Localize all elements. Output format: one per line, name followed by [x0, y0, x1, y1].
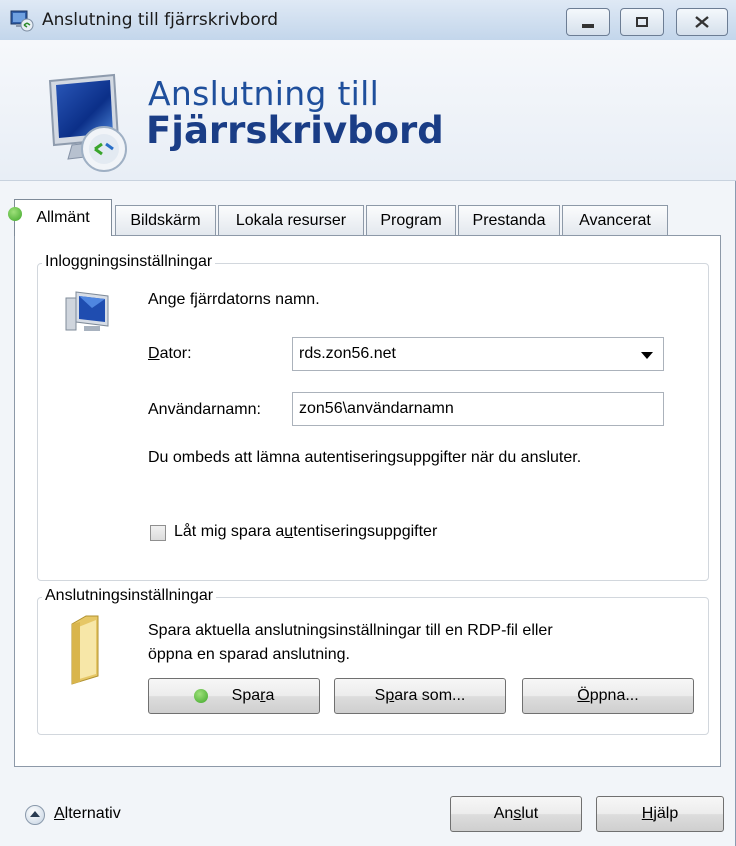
remote-desktop-icon — [10, 10, 34, 32]
credentials-info-text: Du ombeds att lämna autentiseringsuppgif… — [148, 449, 582, 466]
tab-bildskarm[interactable]: Bildskärm — [115, 205, 216, 235]
open-label: Öppna... — [577, 687, 639, 704]
minimize-button[interactable] — [566, 8, 610, 36]
close-button[interactable] — [676, 8, 728, 36]
active-tab-indicator — [8, 207, 22, 221]
connect-label: Anslut — [493, 805, 539, 822]
tab-label: Lokala resurser — [235, 211, 347, 229]
options-toggle[interactable]: Alternativ — [54, 805, 121, 823]
minimize-icon — [582, 24, 594, 28]
tab-label: Bildskärm — [130, 211, 201, 229]
login-settings-title: Inloggningsinställningar — [42, 253, 216, 271]
tab-label: Program — [380, 211, 442, 229]
folder-icon — [71, 615, 99, 685]
save-as-button[interactable]: Spara som... — [334, 678, 506, 714]
green-dot-icon — [193, 689, 208, 703]
banner-title-line1: Anslutning till — [148, 74, 380, 113]
save-credentials-label: Låt mig spara autentiseringsuppgifter — [174, 523, 438, 540]
title-bar[interactable]: Anslutning till fjärrskrivbord — [0, 0, 736, 40]
computer-label: Dator: — [148, 345, 192, 362]
maximize-icon — [636, 17, 648, 27]
computer-icon — [65, 291, 109, 331]
chevron-up-icon[interactable] — [25, 805, 45, 825]
connection-settings-group: Anslutningsinställningar Spara aktuella … — [37, 587, 709, 735]
tab-lokala-resurser[interactable]: Lokala resurser — [218, 205, 364, 235]
save-as-label: Spara som... — [374, 687, 466, 704]
login-settings-group: Inloggningsinställningar Ange fjärrdator… — [37, 253, 709, 581]
username-label: Användarnamn: — [148, 401, 261, 418]
help-button[interactable]: Hjälp — [596, 796, 724, 832]
username-value: zon56\användarnamn — [299, 400, 454, 417]
window-title: Anslutning till fjärrskrivbord — [42, 10, 279, 30]
tab-prestanda[interactable]: Prestanda — [458, 205, 560, 235]
remote-desktop-icon — [48, 73, 127, 172]
save-label: Spara — [231, 687, 275, 704]
close-icon — [695, 16, 709, 28]
tab-label: Allmänt — [36, 209, 90, 226]
save-button[interactable]: Spara — [148, 678, 320, 714]
tab-program[interactable]: Program — [366, 205, 456, 235]
computer-value: rds.zon56.net — [299, 345, 396, 362]
help-label: Hjälp — [641, 805, 679, 822]
chevron-down-icon[interactable] — [641, 352, 653, 359]
banner-title-line2: Fjärrskrivbord — [146, 109, 444, 152]
tab-panel-allmant: Inloggningsinställningar Ange fjärrdator… — [14, 235, 721, 767]
username-field[interactable]: zon56\användarnamn — [292, 392, 664, 426]
connection-settings-title: Anslutningsinställningar — [42, 587, 217, 605]
connection-description-line2: öppna en sparad anslutning. — [148, 646, 350, 663]
tab-allmant[interactable]: Allmänt — [14, 199, 112, 236]
tab-label: Prestanda — [472, 211, 546, 229]
connect-button[interactable]: Anslut — [450, 796, 582, 832]
maximize-button[interactable] — [620, 8, 664, 36]
remote-desktop-window: Anslutning till fjärrskrivbord Anslutnin… — [0, 0, 736, 846]
save-credentials-checkbox[interactable] — [150, 525, 166, 541]
connection-description-line1: Spara aktuella anslutningsinställningar … — [148, 622, 553, 639]
login-intro-text: Ange fjärrdatorns namn. — [148, 291, 320, 308]
tab-avancerat[interactable]: Avancerat — [562, 205, 668, 235]
header-banner: Anslutning till Fjärrskrivbord — [0, 40, 736, 181]
open-button[interactable]: Öppna... — [522, 678, 694, 714]
tab-label: Avancerat — [579, 211, 651, 229]
computer-dropdown[interactable]: rds.zon56.net — [292, 337, 664, 371]
